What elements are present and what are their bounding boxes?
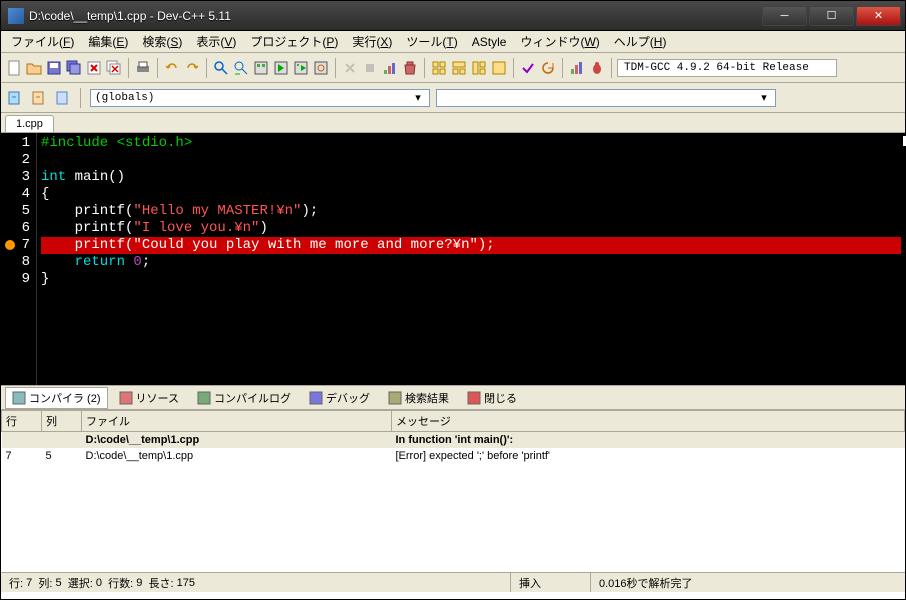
compile-run-icon[interactable] xyxy=(292,59,310,77)
window-controls: ─ ☐ ✕ xyxy=(762,6,903,26)
menu-item-5[interactable]: 実行(X) xyxy=(346,31,398,52)
panel-tab-icon xyxy=(467,391,481,405)
refresh-icon[interactable] xyxy=(539,59,557,77)
open-file-icon[interactable] xyxy=(25,59,43,77)
print-icon[interactable] xyxy=(134,59,152,77)
output-panel-tabs: コンパイラ (2) リソース コンパイルログ デバッグ 検索結果 閉じる xyxy=(1,386,905,410)
menu-item-4[interactable]: プロジェクト(P) xyxy=(244,31,344,52)
check-icon[interactable] xyxy=(519,59,537,77)
panel-tab-label: デバッグ xyxy=(326,390,370,406)
error-row[interactable]: D:\code\__temp\1.cppIn function 'int mai… xyxy=(2,432,905,449)
bug-icon[interactable] xyxy=(588,59,606,77)
panel-tab-4[interactable]: 検索結果 xyxy=(381,387,456,409)
menu-bar: ファイル(F)編集(E)検索(S)表示(V)プロジェクト(P)実行(X)ツール(… xyxy=(1,31,905,53)
compiler-output-panel[interactable]: 行列ファイルメッセージ D:\code\__temp\1.cppIn funct… xyxy=(1,410,905,572)
chevron-down-icon: ▾ xyxy=(757,91,771,105)
grid1-icon[interactable] xyxy=(430,59,448,77)
redo-icon[interactable] xyxy=(183,59,201,77)
bookmark-toggle-icon[interactable] xyxy=(53,89,71,107)
status-parse-time: 0.016秒で解析完了 xyxy=(591,573,905,592)
code-editor[interactable]: 123456789 #include <stdio.h>int main(){ … xyxy=(1,133,905,386)
panel-tab-icon xyxy=(388,391,402,405)
menu-item-8[interactable]: ウィンドウ(W) xyxy=(514,31,605,52)
panel-tab-label: 検索結果 xyxy=(405,390,449,406)
status-insert-mode: 挿入 xyxy=(511,573,591,592)
file-tab-bar: 1.cpp xyxy=(1,113,905,133)
menu-item-2[interactable]: 検索(S) xyxy=(136,31,188,52)
panel-tab-label: 閉じる xyxy=(484,390,517,406)
debug-icon[interactable] xyxy=(341,59,359,77)
error-col-header[interactable]: メッセージ xyxy=(392,411,905,432)
bookmark-prev-icon[interactable] xyxy=(5,89,23,107)
find-icon[interactable] xyxy=(212,59,230,77)
replace-icon[interactable] xyxy=(232,59,250,77)
secondary-toolbar: (globals) ▾ ▾ xyxy=(1,83,905,113)
panel-tab-1[interactable]: リソース xyxy=(112,387,186,409)
error-table: 行列ファイルメッセージ D:\code\__temp\1.cppIn funct… xyxy=(1,410,905,464)
grid4-icon[interactable] xyxy=(490,59,508,77)
trash-icon[interactable] xyxy=(401,59,419,77)
compile-icon[interactable] xyxy=(252,59,270,77)
menu-item-1[interactable]: 編集(E) xyxy=(82,31,134,52)
panel-tab-label: リソース xyxy=(136,390,179,406)
panel-tab-5[interactable]: 閉じる xyxy=(460,387,524,409)
panel-tab-label: コンパイルログ xyxy=(214,390,291,406)
error-row[interactable]: 75D:\code\__temp\1.cpp[Error] expected '… xyxy=(2,448,905,464)
file-tab[interactable]: 1.cpp xyxy=(5,115,54,132)
bookmark-next-icon[interactable] xyxy=(29,89,47,107)
grid3-icon[interactable] xyxy=(470,59,488,77)
error-col-header[interactable]: 行 xyxy=(2,411,42,432)
chart-icon[interactable] xyxy=(568,59,586,77)
error-col-header[interactable]: ファイル xyxy=(82,411,392,432)
panel-tab-icon xyxy=(12,391,26,405)
status-position: 行: 7 列: 5 選択: 0 行数: 9 長さ: 175 xyxy=(1,573,511,592)
panel-tab-3[interactable]: デバッグ xyxy=(302,387,377,409)
maximize-button[interactable]: ☐ xyxy=(809,6,854,26)
line-gutter: 123456789 xyxy=(1,133,37,385)
app-icon xyxy=(8,8,24,24)
stop-icon[interactable] xyxy=(361,59,379,77)
compiler-selector[interactable]: TDM-GCC 4.9.2 64-bit Release xyxy=(617,59,837,77)
panel-tab-icon xyxy=(119,391,133,405)
close-file-icon[interactable] xyxy=(85,59,103,77)
rebuild-icon[interactable] xyxy=(312,59,330,77)
menu-item-9[interactable]: ヘルプ(H) xyxy=(608,31,673,52)
run-icon[interactable] xyxy=(272,59,290,77)
undo-icon[interactable] xyxy=(163,59,181,77)
menu-item-3[interactable]: 表示(V) xyxy=(190,31,242,52)
close-button[interactable]: ✕ xyxy=(856,6,901,26)
error-col-header[interactable]: 列 xyxy=(42,411,82,432)
menu-item-6[interactable]: ツール(T) xyxy=(400,31,463,52)
minimize-button[interactable]: ─ xyxy=(762,6,807,26)
panel-tab-icon xyxy=(197,391,211,405)
status-bar: 行: 7 列: 5 選択: 0 行数: 9 長さ: 175 挿入 0.016秒で… xyxy=(1,572,905,592)
window-title: D:\code\__temp\1.cpp - Dev-C++ 5.11 xyxy=(29,9,762,23)
scope-dropdown[interactable]: (globals) ▾ xyxy=(90,89,430,107)
panel-tab-icon xyxy=(309,391,323,405)
code-area[interactable]: #include <stdio.h>int main(){ printf("He… xyxy=(37,133,905,385)
save-all-icon[interactable] xyxy=(65,59,83,77)
menu-item-7[interactable]: AStyle xyxy=(466,33,513,51)
panel-tab-0[interactable]: コンパイラ (2) xyxy=(5,387,108,409)
title-bar: D:\code\__temp\1.cpp - Dev-C++ 5.11 ─ ☐ … xyxy=(1,1,905,31)
chevron-down-icon: ▾ xyxy=(411,91,425,105)
panel-tab-label: コンパイラ (2) xyxy=(29,390,101,406)
new-file-icon[interactable] xyxy=(5,59,23,77)
profile-icon[interactable] xyxy=(381,59,399,77)
main-toolbar: TDM-GCC 4.9.2 64-bit Release xyxy=(1,53,905,83)
menu-item-0[interactable]: ファイル(F) xyxy=(5,31,80,52)
panel-tab-2[interactable]: コンパイルログ xyxy=(190,387,298,409)
scope-value: (globals) xyxy=(95,92,411,104)
save-icon[interactable] xyxy=(45,59,63,77)
member-dropdown[interactable]: ▾ xyxy=(436,89,776,107)
grid2-icon[interactable] xyxy=(450,59,468,77)
close-all-icon[interactable] xyxy=(105,59,123,77)
